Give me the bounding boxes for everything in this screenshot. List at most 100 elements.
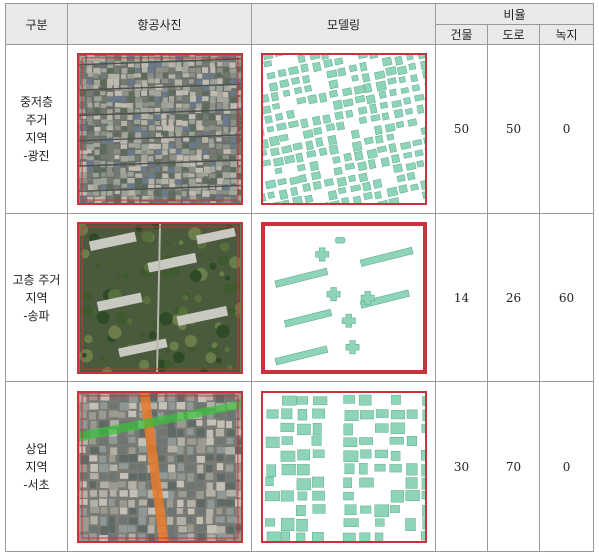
- building-footprint: [296, 423, 311, 435]
- building-footprint: [390, 154, 400, 164]
- building-footprint: [262, 159, 271, 167]
- building-footprint: [381, 56, 392, 67]
- tower-building: [326, 286, 340, 301]
- building-footprint: [366, 148, 378, 160]
- building-footprint: [261, 161, 262, 171]
- building-footprint: [283, 154, 295, 165]
- tower-building: [345, 339, 359, 354]
- building-footprint: [299, 63, 309, 73]
- building-footprint: [393, 55, 403, 66]
- building-footprint: [322, 58, 333, 68]
- building-footprint: [280, 422, 294, 432]
- building-footprint: [273, 55, 285, 57]
- building-footprint: [426, 202, 427, 205]
- aerial-photo-seocho: [76, 390, 243, 543]
- building-footprint: [390, 99, 402, 108]
- building-footprint: [369, 113, 381, 122]
- building-footprint: [311, 435, 322, 446]
- building-footprint: [349, 184, 361, 192]
- building-footprint: [278, 133, 289, 142]
- building-footprint: [281, 435, 293, 445]
- building-footprint: [406, 409, 418, 419]
- building-footprint: [398, 76, 406, 84]
- building-footprint: [359, 448, 371, 458]
- building-footprint: [404, 489, 420, 501]
- building-footprint: [421, 395, 425, 406]
- green-ratio: 60: [538, 213, 595, 382]
- building-footprint: [421, 477, 425, 489]
- building-footprint: [340, 196, 350, 203]
- modeling-cell: [251, 381, 436, 552]
- building-footprint: [413, 93, 425, 102]
- building-footprint: [389, 504, 400, 513]
- slab-building: [359, 246, 414, 267]
- building-footprint: [407, 62, 416, 71]
- building-ratio: 30: [435, 381, 488, 552]
- building-footprint: [287, 66, 299, 76]
- building-footprint: [295, 96, 306, 105]
- building-footprint: [390, 450, 400, 461]
- category-line: 지역: [25, 131, 48, 145]
- building-footprint: [380, 156, 390, 167]
- building-footprint: [405, 476, 418, 489]
- building-footprint: [353, 84, 365, 95]
- building-footprint: [376, 199, 389, 203]
- road-ratio: 70: [487, 381, 540, 552]
- table-row: 고층 주거 지역 -송파 14 26 60: [5, 213, 595, 382]
- building-footprint: [334, 236, 345, 243]
- building-footprint: [294, 152, 304, 163]
- building-footprint: [421, 504, 425, 517]
- building-footprint: [285, 109, 295, 119]
- building-footprint: [280, 489, 294, 501]
- building-footprint: [422, 516, 425, 529]
- building-footprint: [321, 114, 331, 124]
- building-footprint: [336, 176, 347, 187]
- building-footprint: [357, 172, 368, 183]
- building-footprint: [419, 179, 425, 191]
- building-footprint: [289, 186, 298, 197]
- building-footprint: [342, 491, 354, 500]
- building-footprint: [378, 90, 387, 99]
- building-footprint: [421, 69, 425, 79]
- building-footprint: [362, 191, 373, 201]
- building-footprint: [357, 106, 367, 115]
- building-footprint: [262, 60, 272, 68]
- building-footprint: [266, 191, 275, 199]
- building-footprint: [402, 96, 411, 105]
- building-footprint: [266, 531, 281, 541]
- building-footprint: [397, 184, 408, 194]
- building-footprint: [399, 141, 411, 150]
- building-footprint: [358, 477, 374, 487]
- building-footprint: [385, 186, 398, 198]
- building-footprint: [337, 187, 346, 195]
- table-row: 상업 지역 -서초 30 70 0: [5, 381, 595, 552]
- building-footprint: [262, 138, 269, 150]
- building-footprint: [420, 126, 425, 135]
- building-footprint: [404, 517, 416, 531]
- building-footprint: [347, 174, 356, 183]
- building-footprint: [328, 89, 338, 98]
- building-ratio: 14: [435, 213, 488, 382]
- building-footprint: [280, 517, 294, 531]
- building-footprint: [325, 123, 335, 132]
- building-footprint: [310, 171, 321, 181]
- building-footprint: [262, 55, 273, 60]
- building-footprint: [291, 195, 303, 203]
- road-ratio: 26: [487, 213, 540, 382]
- header-aerial-photo: 항공사진: [67, 3, 252, 45]
- building-footprint: [311, 531, 324, 541]
- header-building: 건물: [435, 24, 488, 45]
- slab-building: [273, 344, 328, 365]
- building-footprint: [344, 409, 359, 421]
- building-footprint: [308, 160, 319, 172]
- building-footprint: [262, 149, 267, 157]
- building-footprint: [387, 143, 397, 153]
- building-footprint: [261, 204, 266, 205]
- building-footprint: [390, 394, 401, 405]
- building-footprint: [295, 518, 308, 531]
- building-footprint: [390, 422, 405, 434]
- building-footprint: [327, 190, 338, 201]
- building-footprint: [278, 79, 289, 89]
- building-footprint: [288, 176, 300, 185]
- building-footprint: [423, 81, 425, 89]
